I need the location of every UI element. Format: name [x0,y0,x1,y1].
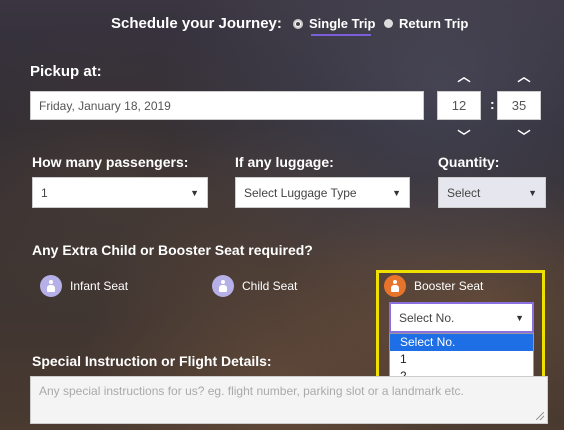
return-trip-radio[interactable]: Return Trip [384,16,468,31]
chevron-down-icon: ▼ [528,187,537,198]
chevron-down-icon: ▼ [190,187,199,198]
special-instruction-textarea[interactable]: Any special instructions for us? eg. fli… [30,376,548,424]
child-seat-icon [212,275,234,297]
hour-up-chevron-icon[interactable]: ︿ [457,66,471,85]
radio-unselected-icon [384,19,393,28]
infant-seat-option[interactable]: Infant Seat [40,275,128,297]
pickup-date-input[interactable]: Friday, January 18, 2019 [30,91,424,120]
return-trip-label: Return Trip [399,16,469,31]
single-trip-radio[interactable]: Single Trip [293,16,375,31]
luggage-value: Select Luggage Type [244,185,357,200]
luggage-select[interactable]: Select Luggage Type ▼ [235,177,410,208]
passengers-select[interactable]: 1 ▼ [32,177,208,208]
time-separator: : [490,96,495,112]
minute-input[interactable]: 35 [497,91,541,120]
passengers-label: How many passengers: [32,154,189,170]
hour-down-chevron-icon[interactable]: ﹀ [457,126,471,145]
single-trip-label: Single Trip [309,16,376,31]
child-seat-label: Child Seat [242,279,298,293]
radio-selected-icon [293,18,303,29]
infant-seat-label: Infant Seat [70,279,129,293]
child-seat-option[interactable]: Child Seat [212,275,297,297]
textarea-placeholder: Any special instructions for us? eg. fli… [39,384,464,398]
single-trip-underline [311,34,371,36]
hour-input[interactable]: 12 [437,91,481,120]
luggage-label: If any luggage: [235,154,334,170]
passengers-value: 1 [41,185,48,200]
resize-handle-icon[interactable] [536,412,544,420]
quantity-label: Quantity: [438,154,500,170]
special-instruction-label: Special Instruction or Flight Details: [32,353,272,369]
infant-seat-icon [40,275,62,297]
quantity-select[interactable]: Select ▼ [438,177,546,208]
minute-up-chevron-icon[interactable]: ︿ [517,66,531,85]
quantity-value: Select [447,185,481,200]
extra-seat-label: Any Extra Child or Booster Seat required… [32,242,313,258]
chevron-down-icon: ▼ [392,187,401,198]
pickup-label: Pickup at: [30,63,102,80]
schedule-title: Schedule your Journey: [111,15,282,32]
minute-down-chevron-icon[interactable]: ﹀ [517,126,531,145]
